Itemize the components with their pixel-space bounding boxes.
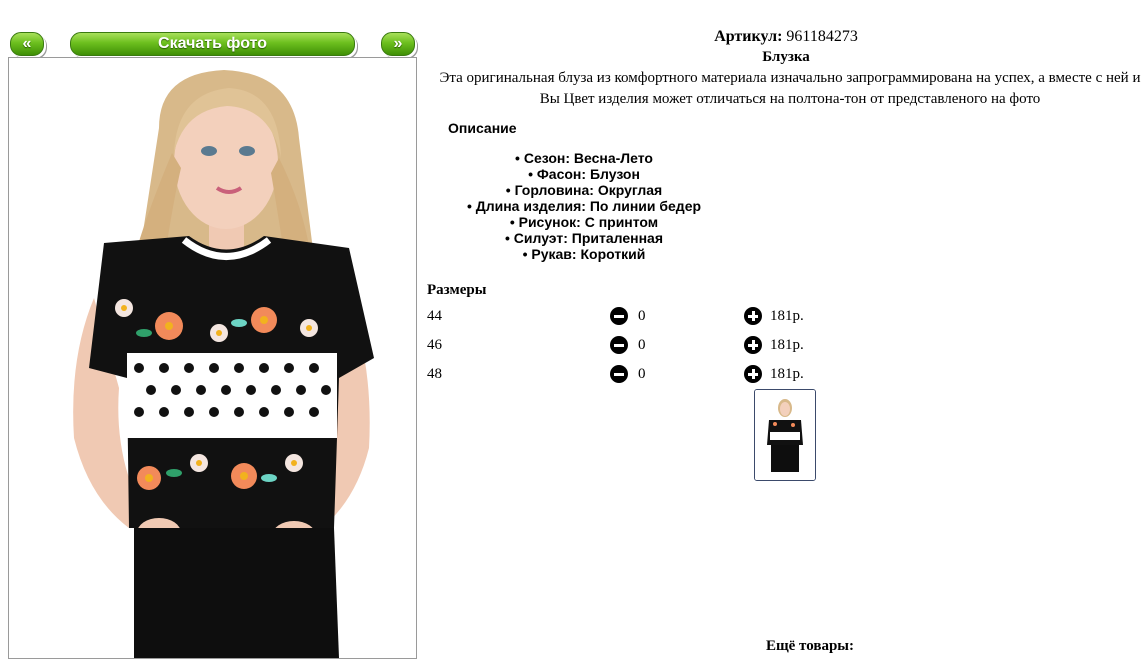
more-products-heading: Ещё товары: bbox=[765, 638, 855, 654]
price-value: 181р. bbox=[770, 337, 804, 353]
size-label: 48 bbox=[427, 366, 442, 382]
size-row: 48 0 181р. bbox=[427, 364, 827, 384]
product-thumbnail[interactable] bbox=[754, 389, 816, 481]
size-row: 46 0 181р. bbox=[427, 335, 827, 355]
quantity-value: 0 bbox=[638, 337, 646, 353]
product-photo bbox=[8, 57, 417, 659]
plus-circle-icon[interactable] bbox=[744, 336, 762, 354]
feature-item: Сезон: Весна-Лето bbox=[444, 150, 724, 166]
size-row: 44 0 181р. bbox=[427, 306, 827, 326]
minus-circle-icon[interactable] bbox=[610, 336, 628, 354]
price-value: 181р. bbox=[770, 366, 804, 382]
product-description: Эта оригинальная блуза из комфортного ма… bbox=[439, 70, 1141, 107]
article-value: 961184273 bbox=[786, 28, 858, 45]
quantity-value: 0 bbox=[638, 308, 646, 324]
feature-list: Сезон: Весна-Лето Фасон: Блузон Горловин… bbox=[444, 150, 724, 262]
sizes-heading: Размеры bbox=[427, 282, 487, 298]
plus-circle-icon[interactable] bbox=[744, 365, 762, 383]
details-heading: Описание bbox=[448, 120, 517, 136]
feature-item: Рукав: Короткий bbox=[444, 246, 724, 262]
minus-circle-icon[interactable] bbox=[610, 365, 628, 383]
prev-photo-button[interactable]: « bbox=[10, 32, 44, 56]
model-photo-image bbox=[9, 58, 416, 658]
thumbnail-image bbox=[755, 390, 815, 480]
minus-circle-icon[interactable] bbox=[610, 307, 628, 325]
next-photo-button[interactable]: » bbox=[381, 32, 415, 56]
plus-circle-icon[interactable] bbox=[744, 307, 762, 325]
feature-item: Длина изделия: По линии бедер bbox=[444, 198, 724, 214]
feature-item: Фасон: Блузон bbox=[444, 166, 724, 182]
article-label: Артикул: bbox=[714, 28, 783, 45]
price-value: 181р. bbox=[770, 308, 804, 324]
size-label: 44 bbox=[427, 308, 442, 324]
feature-item: Горловина: Округлая bbox=[444, 182, 724, 198]
product-title: Блузка bbox=[762, 49, 810, 65]
quantity-value: 0 bbox=[638, 366, 646, 382]
feature-item: Силуэт: Приталенная bbox=[444, 230, 724, 246]
article-line: Артикул: 961184273 bbox=[424, 28, 1148, 46]
download-photo-button[interactable]: Скачать фото bbox=[70, 32, 355, 56]
feature-item: Рисунок: С принтом bbox=[444, 214, 724, 230]
size-label: 46 bbox=[427, 337, 442, 353]
